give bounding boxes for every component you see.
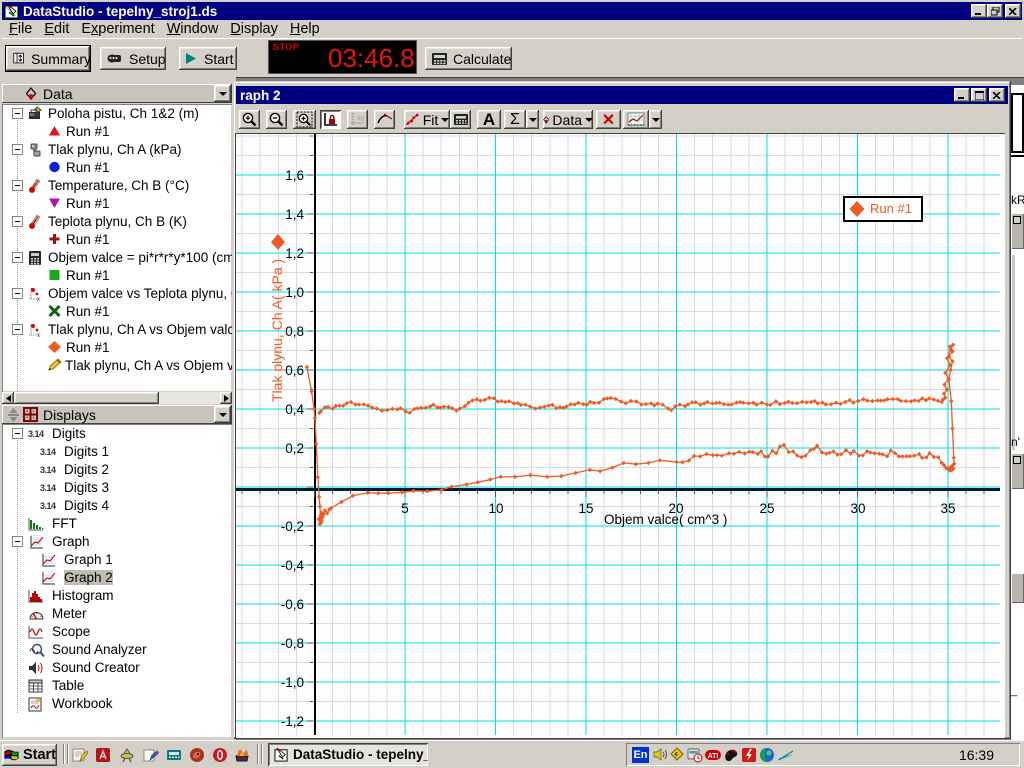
svg-text:10: 10 [488,501,503,516]
svg-text:Run #1: Run #1 [870,201,912,216]
svg-text:3.14: 3.14 [40,483,56,493]
svg-text:-1,2: -1,2 [281,714,304,729]
svg-text:1,4: 1,4 [285,207,304,222]
svg-text:-1,0: -1,0 [281,675,304,690]
svg-text:0,4: 0,4 [285,402,304,417]
svg-text:-0,6: -0,6 [281,597,304,612]
svg-text:3.14: 3.14 [28,429,44,439]
svg-text:xy: xy [357,115,365,122]
svg-text:x: x [37,297,40,302]
svg-text:1,2: 1,2 [285,246,304,261]
svg-text:0,8: 0,8 [285,324,304,339]
svg-text:25: 25 [759,501,774,516]
svg-text:1,0: 1,0 [285,285,304,300]
svg-text:Objem valce( cm^3 ): Objem valce( cm^3 ) [604,512,727,527]
svg-text:-0,2: -0,2 [281,519,304,534]
svg-text:Tlak plynu, Ch A( kPa ): Tlak plynu, Ch A( kPa ) [269,259,285,402]
svg-text:3.14: 3.14 [40,465,56,475]
svg-text:1,6: 1,6 [285,168,304,183]
svg-text:35: 35 [940,501,955,516]
svg-text:-0,4: -0,4 [281,558,305,573]
svg-text:ATI: ATI [708,753,719,760]
svg-text:5: 5 [401,501,409,516]
svg-text:x: x [37,333,40,338]
svg-text:-0,8: -0,8 [281,636,304,651]
svg-text:0,6: 0,6 [285,363,304,378]
svg-text:30: 30 [850,501,865,516]
svg-text:3.14: 3.14 [40,447,56,457]
svg-text:15: 15 [578,501,593,516]
svg-text:3.14: 3.14 [40,501,56,511]
svg-text:0,2: 0,2 [285,441,304,456]
